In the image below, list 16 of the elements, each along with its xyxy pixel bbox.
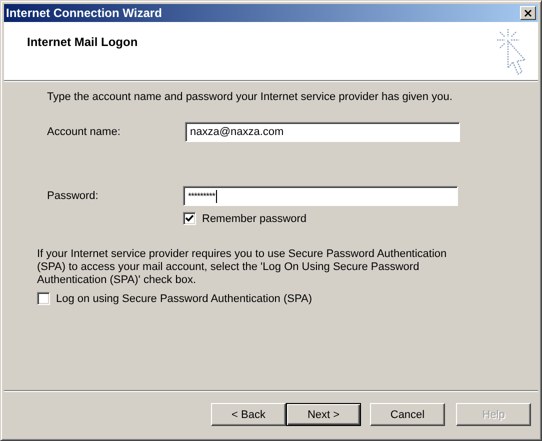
next-button[interactable]: Next >	[286, 403, 361, 426]
checkbox-label: Remember password	[202, 212, 307, 224]
checkbox[interactable]	[183, 212, 196, 225]
back-button[interactable]: < Back	[211, 403, 286, 426]
spa-note-text: If your Internet service provider requires you to use Secure Password Authentication (SPA) to access your mail account, select the 'Log On Using Secure Password Authentication (SPA)' check box.	[37, 248, 448, 287]
checkbox[interactable]	[37, 292, 50, 305]
window-title: Internet Connection Wizard	[6, 6, 162, 20]
password-field[interactable]: *********	[183, 186, 458, 206]
instructions-text: Type the account name and password your Internet service provider has given you.	[47, 91, 454, 103]
account-name-field[interactable]: naxza@naxza.com	[185, 122, 460, 142]
account-name-label: Account name:	[47, 126, 122, 138]
page-heading: Internet Mail Logon	[27, 35, 138, 51]
checkbox-label: Log on using Secure Password Authentication (SPA)	[56, 292, 312, 304]
cancel-button[interactable]: Cancel	[370, 403, 445, 426]
password-label: Password:	[47, 190, 100, 202]
close-button[interactable]: ×	[520, 6, 536, 20]
